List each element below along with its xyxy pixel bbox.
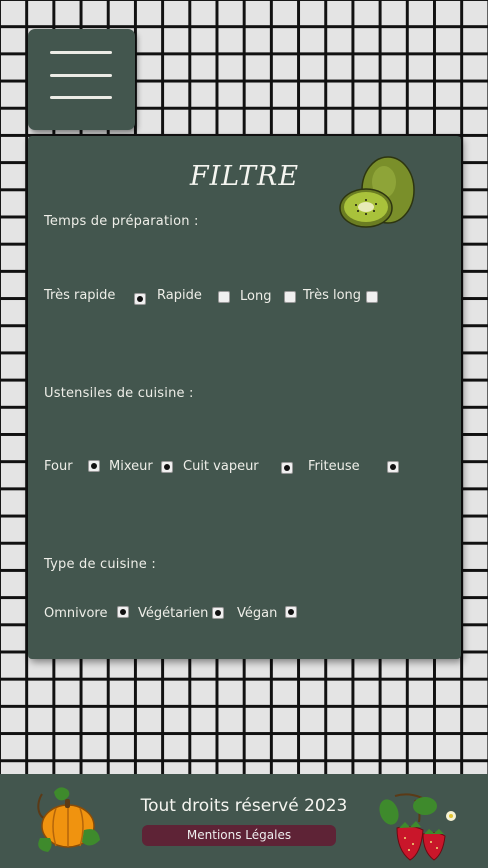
option-vegan-checkbox[interactable] (285, 606, 297, 618)
option-friteuse-label: Friteuse (308, 459, 360, 474)
option-tres-rapide-label: Très rapide (44, 288, 116, 303)
option-cuit-vapeur-label: Cuit vapeur (183, 459, 259, 474)
option-rapide-label: Rapide (157, 288, 202, 303)
tools-label: Ustensiles de cuisine : (44, 386, 194, 401)
option-four-label: Four (44, 459, 73, 474)
option-mixeur-checkbox[interactable] (161, 461, 173, 473)
option-tres-long-label: Très long (303, 288, 362, 303)
option-vegetarien-checkbox[interactable] (212, 607, 224, 619)
filter-panel: FILTRE Temps de préparation : Très rapid… (28, 136, 461, 659)
pumpkin-icon (37, 787, 100, 852)
menu-icon-bar-bottom (50, 96, 112, 99)
prep-time-label: Temps de préparation : (44, 214, 199, 229)
option-rapide-checkbox[interactable] (218, 291, 230, 303)
option-long-label: Long (240, 289, 272, 304)
option-vegetarien-label: Végétarien (138, 606, 209, 621)
footer: Tout droits réservé 2023 Mentions Légale… (0, 774, 488, 868)
option-tres-long-checkbox[interactable] (366, 291, 378, 303)
option-omnivore-checkbox[interactable] (117, 606, 129, 618)
option-four-checkbox[interactable] (88, 460, 100, 472)
option-omnivore-label: Omnivore (44, 606, 108, 621)
menu-icon-bar-middle (50, 74, 112, 77)
option-mixeur-label: Mixeur (109, 459, 153, 474)
option-tres-rapide-checkbox[interactable] (134, 293, 146, 305)
legal-notice-link[interactable]: Mentions Légales (142, 825, 336, 846)
kiwi-icon (339, 156, 415, 228)
cuisine-type-label: Type de cuisine : (44, 557, 156, 572)
menu-button[interactable] (28, 29, 135, 130)
menu-icon-bar-top (50, 51, 112, 54)
option-friteuse-checkbox[interactable] (387, 461, 399, 473)
strawberry-icon (379, 793, 456, 861)
option-vegan-label: Végan (237, 606, 278, 621)
option-long-checkbox[interactable] (284, 291, 296, 303)
option-cuit-vapeur-checkbox[interactable] (281, 462, 293, 474)
